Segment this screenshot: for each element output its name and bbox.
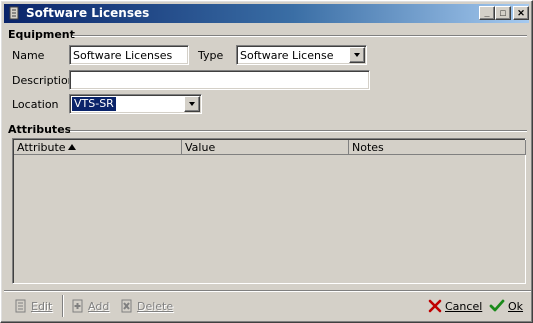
minimize-icon: _ xyxy=(484,7,490,18)
attributes-divider xyxy=(70,130,527,132)
description-label: Description xyxy=(12,74,75,87)
column-header-label: Notes xyxy=(352,141,384,154)
add-icon xyxy=(72,299,83,313)
equipment-section-label: Equipment xyxy=(8,28,75,41)
column-header-notes[interactable]: Notes xyxy=(349,140,526,155)
cancel-button-label: Cancel xyxy=(445,299,483,313)
delete-button[interactable]: Delete xyxy=(120,296,173,316)
delete-icon xyxy=(121,299,132,313)
location-select-value: VTS-SR xyxy=(72,97,116,111)
window-list-icon xyxy=(9,6,19,20)
type-label: Type xyxy=(198,49,224,62)
add-button[interactable]: Add xyxy=(71,296,109,316)
edit-icon xyxy=(15,299,26,313)
maximize-button[interactable]: □ xyxy=(495,6,511,20)
close-icon: ✕ xyxy=(517,7,525,18)
delete-button-label: Delete xyxy=(137,299,174,313)
location-dropdown-button[interactable] xyxy=(184,96,200,112)
cancel-x-icon xyxy=(428,299,442,313)
attributes-grid[interactable]: Attribute Value Notes xyxy=(12,138,526,284)
equipment-divider xyxy=(72,35,527,37)
location-label: Location xyxy=(12,98,59,111)
column-header-attribute[interactable]: Attribute xyxy=(14,140,182,155)
maximize-icon: □ xyxy=(500,7,506,18)
add-button-label: Add xyxy=(88,299,110,313)
type-select-value: Software License xyxy=(240,49,334,62)
ok-button-label: Ok xyxy=(508,299,524,313)
toolbar-divider xyxy=(4,290,531,292)
edit-button[interactable]: Edit xyxy=(14,296,52,316)
window-title: Software Licenses xyxy=(26,6,150,20)
location-select[interactable]: VTS-SR xyxy=(69,94,202,114)
sort-ascending-icon xyxy=(67,144,76,150)
attributes-grid-header: Attribute Value Notes xyxy=(14,140,526,155)
type-dropdown-button[interactable] xyxy=(349,47,365,63)
close-button[interactable]: ✕ xyxy=(513,6,529,20)
column-header-label: Value xyxy=(185,141,216,154)
cancel-button[interactable]: Cancel xyxy=(428,296,482,316)
column-header-value[interactable]: Value xyxy=(182,140,349,155)
minimize-button[interactable]: _ xyxy=(479,6,495,20)
column-header-label: Attribute xyxy=(17,141,66,154)
toolbar-separator xyxy=(62,295,64,317)
name-label: Name xyxy=(12,49,45,62)
attributes-section-label: Attributes xyxy=(8,123,72,136)
title-bar[interactable]: Software Licenses _ □ ✕ xyxy=(4,4,529,23)
ok-checkmark-icon xyxy=(489,299,505,312)
software-licenses-window: Software Licenses _ □ ✕ Equipment Name T… xyxy=(0,0,533,323)
edit-button-label: Edit xyxy=(31,299,53,313)
description-input[interactable] xyxy=(69,70,370,90)
type-select[interactable]: Software License xyxy=(236,45,367,65)
name-input[interactable] xyxy=(69,45,189,65)
ok-button[interactable]: Ok xyxy=(489,296,523,316)
